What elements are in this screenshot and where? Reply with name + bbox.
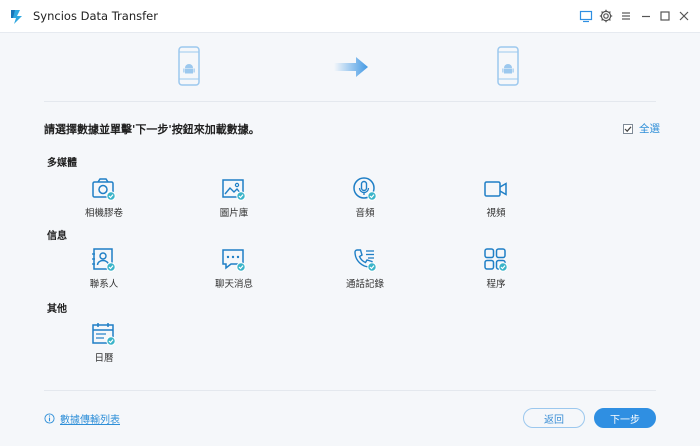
category-label: 相機膠卷	[84, 208, 123, 219]
bottom-divider	[44, 390, 656, 391]
section-label-information: 信息	[47, 231, 67, 242]
select-all-checkbox[interactable]: 全選	[623, 121, 660, 136]
checkmark-icon	[624, 125, 632, 132]
category-photo-library[interactable]: 圖片庫	[194, 176, 274, 220]
image-icon	[221, 176, 247, 202]
menu-icon[interactable]	[618, 8, 634, 24]
top-divider	[44, 101, 656, 102]
video-icon	[483, 176, 509, 202]
category-call-log[interactable]: 通話記錄	[325, 247, 405, 291]
category-label: 視頻	[486, 208, 506, 219]
info-icon	[44, 413, 55, 424]
next-button[interactable]: 下一步	[594, 408, 656, 428]
title-bar: Syncios Data Transfer	[0, 0, 700, 33]
category-apps[interactable]: 程序	[456, 247, 536, 291]
window-title: Syncios Data Transfer	[33, 9, 158, 23]
call-log-icon	[352, 247, 378, 273]
minimize-icon[interactable]	[638, 8, 654, 24]
camera-icon	[91, 176, 117, 202]
microphone-icon	[352, 176, 378, 202]
message-icon	[221, 247, 247, 273]
select-all-label[interactable]: 全選	[639, 121, 660, 136]
category-audio[interactable]: 音頻	[325, 176, 405, 220]
section-label-other: 其他	[47, 304, 67, 315]
syncios-logo-icon	[11, 10, 22, 24]
calendar-icon	[91, 321, 117, 347]
category-label: 程序	[486, 279, 506, 290]
category-label: 圖片庫	[219, 208, 249, 219]
maximize-icon[interactable]	[657, 8, 673, 24]
arrow-right-icon	[334, 57, 368, 77]
back-button[interactable]: 返回	[523, 408, 585, 428]
gear-icon[interactable]	[598, 8, 614, 24]
apps-icon	[483, 247, 509, 273]
category-messages[interactable]: 聊天消息	[194, 247, 274, 291]
screen-icon[interactable]	[578, 8, 594, 24]
category-calendar[interactable]: 日曆	[64, 321, 144, 365]
source-android-phone-icon	[178, 46, 200, 86]
instruction-text: 請選擇數據並單擊'下一步'按鈕來加載數據。	[44, 123, 260, 136]
category-label: 音頻	[355, 208, 375, 219]
select-all-check-box[interactable]	[623, 123, 633, 134]
transfer-list-link[interactable]: 數據傳輸列表	[44, 411, 120, 426]
contact-icon	[91, 247, 117, 273]
section-label-multimedia: 多媒體	[47, 158, 77, 169]
category-video[interactable]: 視頻	[456, 176, 536, 220]
category-camera-roll[interactable]: 相機膠卷	[64, 176, 144, 220]
category-contacts[interactable]: 聯系人	[64, 247, 144, 291]
category-label: 聯系人	[89, 279, 119, 290]
transfer-list-link-label[interactable]: 數據傳輸列表	[60, 411, 120, 426]
category-label: 通話記錄	[345, 279, 384, 290]
close-icon[interactable]	[676, 8, 692, 24]
category-label: 日曆	[94, 353, 114, 364]
category-label: 聊天消息	[214, 279, 253, 290]
target-android-phone-icon	[497, 46, 519, 86]
